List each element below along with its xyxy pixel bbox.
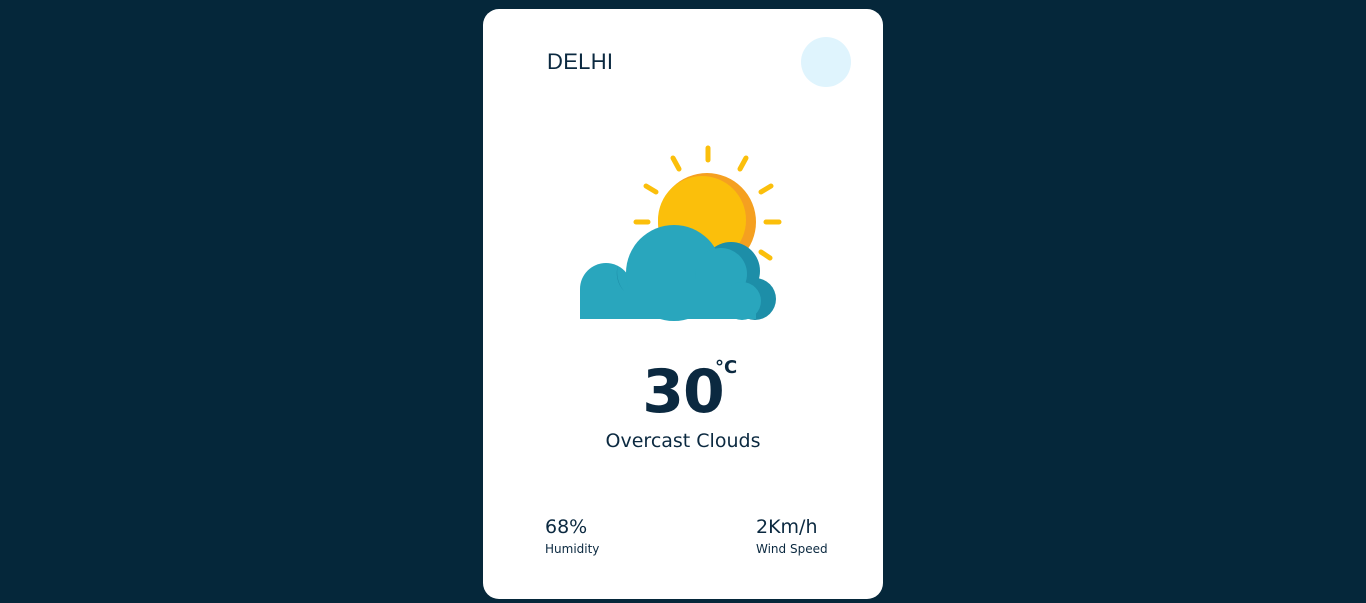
temperature-unit: °C	[715, 357, 738, 378]
city-search-input[interactable]	[545, 47, 769, 77]
humidity-label: Humidity	[545, 542, 600, 556]
wind-speed-label: Wind Speed	[756, 542, 828, 556]
wind-speed-stat: 2Km/h Wind Speed	[756, 515, 828, 557]
partly-cloudy-sun-icon	[580, 145, 782, 321]
weather-card: 30 °C Overcast Clouds 68% Humidity 2Km/h…	[483, 9, 883, 599]
temperature-value: 30	[642, 357, 724, 427]
wind-speed-value: 2Km/h	[756, 516, 818, 538]
temperature-block: 30 °C	[483, 357, 883, 427]
weather-description: Overcast Clouds	[605, 430, 761, 452]
humidity-stat: 68% Humidity	[545, 515, 599, 557]
humidity-value: 68%	[545, 516, 588, 538]
search-button[interactable]	[801, 37, 851, 87]
